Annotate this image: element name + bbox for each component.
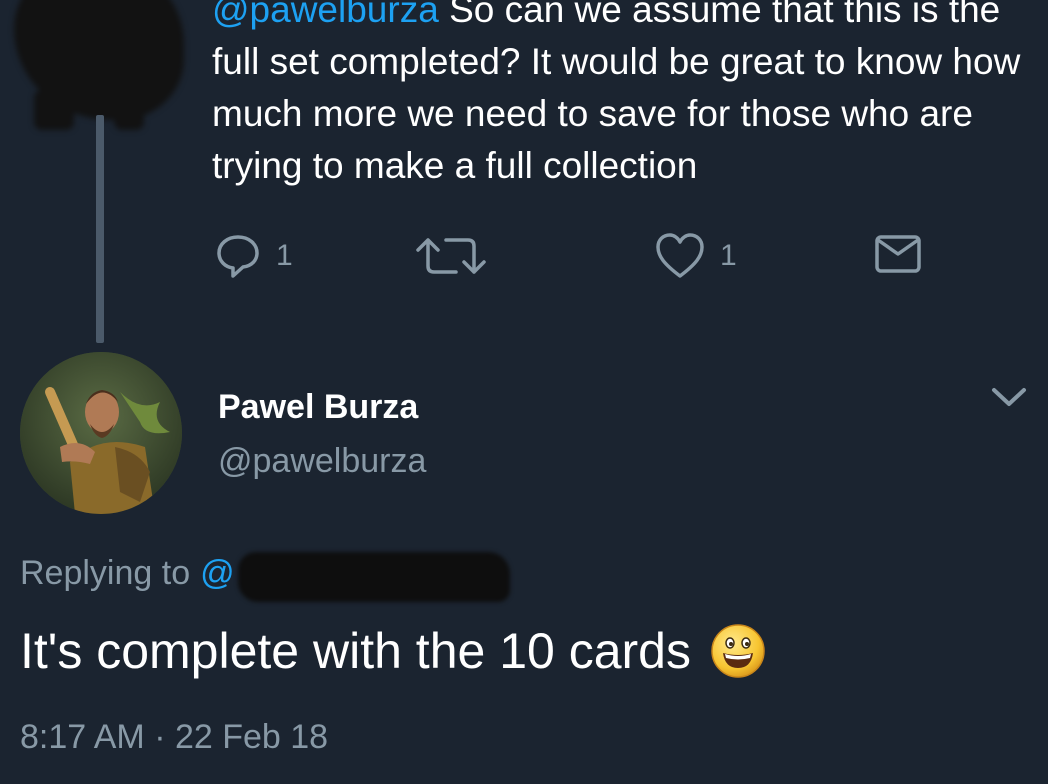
like-button[interactable]: 1 xyxy=(654,232,737,280)
chevron-down-icon[interactable] xyxy=(990,384,1028,410)
retweet-icon xyxy=(416,238,486,274)
replying-to-label: Replying to xyxy=(20,554,191,592)
thread-connector-line xyxy=(96,115,104,343)
reply-count: 1 xyxy=(276,239,293,272)
redacted-parent-avatar[interactable] xyxy=(14,0,184,130)
archer-avatar-image xyxy=(20,352,182,514)
replying-to-mention[interactable]: @ xyxy=(200,554,235,593)
author-handle[interactable]: @pawelburza xyxy=(218,442,426,481)
reply-tweet-text: It's complete with the 10 cards xyxy=(20,622,767,680)
replying-to-line: Replying to @ xyxy=(20,554,235,593)
grinning-face-emoji xyxy=(711,624,765,678)
direct-message-button[interactable] xyxy=(874,232,922,276)
heart-icon xyxy=(656,233,704,278)
parent-tweet-text: @pawelburza So can we assume that this i… xyxy=(212,0,1032,192)
parent-mention-link[interactable]: @pawelburza xyxy=(212,0,439,30)
envelope-icon xyxy=(875,235,921,273)
reply-button[interactable]: 1 xyxy=(214,232,293,280)
reply-tweet-body: It's complete with the 10 cards xyxy=(20,623,691,679)
tweet-timestamp[interactable]: 8:17 AM · 22 Feb 18 xyxy=(20,718,328,757)
author-avatar[interactable] xyxy=(20,352,182,514)
tweet-thread-screen: @pawelburza So can we assume that this i… xyxy=(0,0,1048,784)
retweet-button[interactable] xyxy=(412,232,490,280)
redacted-mention-block xyxy=(238,552,510,602)
like-count: 1 xyxy=(720,239,737,272)
parent-tweet-actions: 1 1 xyxy=(0,232,1048,282)
author-display-name[interactable]: Pawel Burza xyxy=(218,388,418,427)
reply-icon xyxy=(217,235,259,278)
